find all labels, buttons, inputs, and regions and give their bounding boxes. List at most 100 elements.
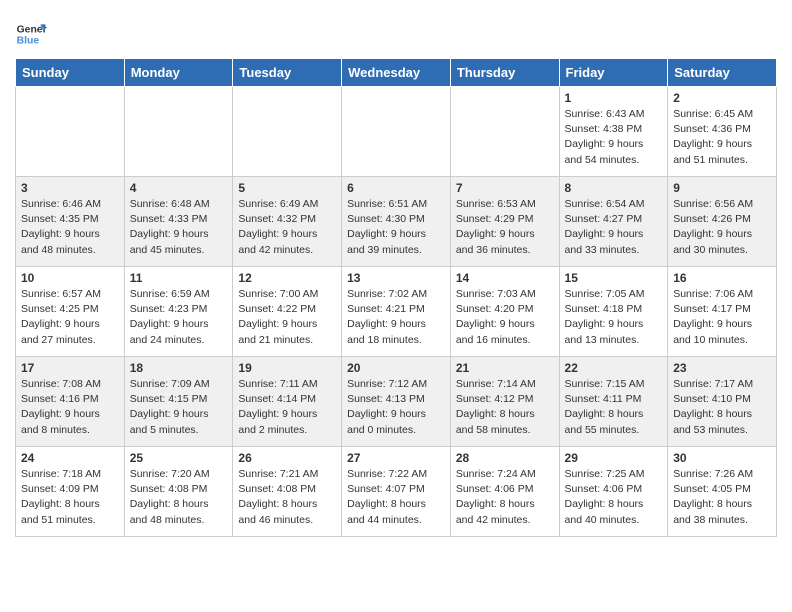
calendar-cell: 26 Sunrise: 7:21 AMSunset: 4:08 PMDayligh… xyxy=(233,447,342,537)
logo: General Blue xyxy=(15,18,47,50)
day-number: 14 xyxy=(456,271,554,285)
day-number: 9 xyxy=(673,181,771,195)
day-number: 3 xyxy=(21,181,119,195)
calendar-cell: 9 Sunrise: 6:56 AMSunset: 4:26 PMDaylight… xyxy=(668,177,777,267)
cell-content: Sunrise: 6:49 AMSunset: 4:32 PMDaylight:… xyxy=(238,197,336,258)
calendar-cell: 28 Sunrise: 7:24 AMSunset: 4:06 PMDayligh… xyxy=(450,447,559,537)
cell-content: Sunrise: 6:59 AMSunset: 4:23 PMDaylight:… xyxy=(130,287,228,348)
cell-content: Sunrise: 7:06 AMSunset: 4:17 PMDaylight:… xyxy=(673,287,771,348)
day-number: 6 xyxy=(347,181,445,195)
calendar-cell xyxy=(450,87,559,177)
calendar-cell: 7 Sunrise: 6:53 AMSunset: 4:29 PMDaylight… xyxy=(450,177,559,267)
calendar-cell: 17 Sunrise: 7:08 AMSunset: 4:16 PMDayligh… xyxy=(16,357,125,447)
calendar-cell: 20 Sunrise: 7:12 AMSunset: 4:13 PMDayligh… xyxy=(342,357,451,447)
calendar-cell: 1 Sunrise: 6:43 AMSunset: 4:38 PMDaylight… xyxy=(559,87,668,177)
cell-content: Sunrise: 6:48 AMSunset: 4:33 PMDaylight:… xyxy=(130,197,228,258)
weekday-header: Saturday xyxy=(668,59,777,87)
cell-content: Sunrise: 6:51 AMSunset: 4:30 PMDaylight:… xyxy=(347,197,445,258)
cell-content: Sunrise: 7:18 AMSunset: 4:09 PMDaylight:… xyxy=(21,467,119,528)
day-number: 12 xyxy=(238,271,336,285)
day-number: 8 xyxy=(565,181,663,195)
calendar-table: SundayMondayTuesdayWednesdayThursdayFrid… xyxy=(15,58,777,537)
day-number: 23 xyxy=(673,361,771,375)
calendar-cell: 22 Sunrise: 7:15 AMSunset: 4:11 PMDayligh… xyxy=(559,357,668,447)
calendar-cell: 16 Sunrise: 7:06 AMSunset: 4:17 PMDayligh… xyxy=(668,267,777,357)
day-number: 29 xyxy=(565,451,663,465)
day-number: 15 xyxy=(565,271,663,285)
day-number: 4 xyxy=(130,181,228,195)
cell-content: Sunrise: 7:15 AMSunset: 4:11 PMDaylight:… xyxy=(565,377,663,438)
cell-content: Sunrise: 7:03 AMSunset: 4:20 PMDaylight:… xyxy=(456,287,554,348)
page-header: General Blue xyxy=(15,10,777,50)
calendar-cell: 24 Sunrise: 7:18 AMSunset: 4:09 PMDayligh… xyxy=(16,447,125,537)
cell-content: Sunrise: 7:25 AMSunset: 4:06 PMDaylight:… xyxy=(565,467,663,528)
day-number: 27 xyxy=(347,451,445,465)
weekday-header: Wednesday xyxy=(342,59,451,87)
calendar-cell xyxy=(342,87,451,177)
calendar-cell: 15 Sunrise: 7:05 AMSunset: 4:18 PMDayligh… xyxy=(559,267,668,357)
cell-content: Sunrise: 6:43 AMSunset: 4:38 PMDaylight:… xyxy=(565,107,663,168)
day-number: 17 xyxy=(21,361,119,375)
weekday-header: Tuesday xyxy=(233,59,342,87)
calendar-cell: 19 Sunrise: 7:11 AMSunset: 4:14 PMDayligh… xyxy=(233,357,342,447)
cell-content: Sunrise: 6:53 AMSunset: 4:29 PMDaylight:… xyxy=(456,197,554,258)
cell-content: Sunrise: 7:11 AMSunset: 4:14 PMDaylight:… xyxy=(238,377,336,438)
cell-content: Sunrise: 6:46 AMSunset: 4:35 PMDaylight:… xyxy=(21,197,119,258)
calendar-week-row: 24 Sunrise: 7:18 AMSunset: 4:09 PMDayligh… xyxy=(16,447,777,537)
calendar-cell: 13Sunrise: 7:02 AMSunset: 4:21 PMDayligh… xyxy=(342,267,451,357)
day-number: 28 xyxy=(456,451,554,465)
cell-content: Sunrise: 7:17 AMSunset: 4:10 PMDaylight:… xyxy=(673,377,771,438)
calendar-cell: 6 Sunrise: 6:51 AMSunset: 4:30 PMDaylight… xyxy=(342,177,451,267)
day-number: 5 xyxy=(238,181,336,195)
calendar-cell xyxy=(16,87,125,177)
calendar-cell: 25Sunrise: 7:20 AMSunset: 4:08 PMDayligh… xyxy=(124,447,233,537)
calendar-week-row: 10 Sunrise: 6:57 AMSunset: 4:25 PMDayligh… xyxy=(16,267,777,357)
weekday-header: Sunday xyxy=(16,59,125,87)
day-number: 16 xyxy=(673,271,771,285)
calendar-cell: 5 Sunrise: 6:49 AMSunset: 4:32 PMDaylight… xyxy=(233,177,342,267)
day-number: 19 xyxy=(238,361,336,375)
svg-text:Blue: Blue xyxy=(17,36,40,47)
day-number: 18 xyxy=(130,361,228,375)
day-number: 11 xyxy=(130,271,228,285)
calendar-cell xyxy=(233,87,342,177)
cell-content: Sunrise: 7:20 AMSunset: 4:08 PMDaylight:… xyxy=(130,467,228,528)
calendar-cell: 30 Sunrise: 7:26 AMSunset: 4:05 PMDayligh… xyxy=(668,447,777,537)
cell-content: Sunrise: 7:08 AMSunset: 4:16 PMDaylight:… xyxy=(21,377,119,438)
day-number: 10 xyxy=(21,271,119,285)
calendar-cell: 21Sunrise: 7:14 AMSunset: 4:12 PMDayligh… xyxy=(450,357,559,447)
day-number: 1 xyxy=(565,91,663,105)
calendar-cell: 29 Sunrise: 7:25 AMSunset: 4:06 PMDayligh… xyxy=(559,447,668,537)
calendar-cell: 27Sunrise: 7:22 AMSunset: 4:07 PMDayligh… xyxy=(342,447,451,537)
cell-content: Sunrise: 6:54 AMSunset: 4:27 PMDaylight:… xyxy=(565,197,663,258)
calendar-cell: 12 Sunrise: 7:00 AMSunset: 4:22 PMDayligh… xyxy=(233,267,342,357)
weekday-header: Monday xyxy=(124,59,233,87)
cell-content: Sunrise: 7:26 AMSunset: 4:05 PMDaylight:… xyxy=(673,467,771,528)
calendar-cell: 4 Sunrise: 6:48 AMSunset: 4:33 PMDaylight… xyxy=(124,177,233,267)
cell-content: Sunrise: 7:21 AMSunset: 4:08 PMDaylight:… xyxy=(238,467,336,528)
calendar-cell xyxy=(124,87,233,177)
calendar-cell: 2Sunrise: 6:45 AMSunset: 4:36 PMDaylight… xyxy=(668,87,777,177)
cell-content: Sunrise: 7:24 AMSunset: 4:06 PMDaylight:… xyxy=(456,467,554,528)
cell-content: Sunrise: 7:12 AMSunset: 4:13 PMDaylight:… xyxy=(347,377,445,438)
day-number: 30 xyxy=(673,451,771,465)
day-number: 22 xyxy=(565,361,663,375)
calendar-week-row: 17 Sunrise: 7:08 AMSunset: 4:16 PMDayligh… xyxy=(16,357,777,447)
cell-content: Sunrise: 6:45 AMSunset: 4:36 PMDaylight:… xyxy=(673,107,771,168)
cell-content: Sunrise: 7:02 AMSunset: 4:21 PMDaylight:… xyxy=(347,287,445,348)
calendar-cell: 18Sunrise: 7:09 AMSunset: 4:15 PMDayligh… xyxy=(124,357,233,447)
weekday-header: Thursday xyxy=(450,59,559,87)
weekday-header: Friday xyxy=(559,59,668,87)
day-number: 24 xyxy=(21,451,119,465)
cell-content: Sunrise: 6:56 AMSunset: 4:26 PMDaylight:… xyxy=(673,197,771,258)
day-number: 20 xyxy=(347,361,445,375)
day-number: 7 xyxy=(456,181,554,195)
cell-content: Sunrise: 6:57 AMSunset: 4:25 PMDaylight:… xyxy=(21,287,119,348)
cell-content: Sunrise: 7:00 AMSunset: 4:22 PMDaylight:… xyxy=(238,287,336,348)
calendar-cell: 3 Sunrise: 6:46 AMSunset: 4:35 PMDaylight… xyxy=(16,177,125,267)
day-number: 26 xyxy=(238,451,336,465)
cell-content: Sunrise: 7:05 AMSunset: 4:18 PMDaylight:… xyxy=(565,287,663,348)
calendar-cell: 10 Sunrise: 6:57 AMSunset: 4:25 PMDayligh… xyxy=(16,267,125,357)
day-number: 21 xyxy=(456,361,554,375)
logo-icon: General Blue xyxy=(15,18,47,50)
